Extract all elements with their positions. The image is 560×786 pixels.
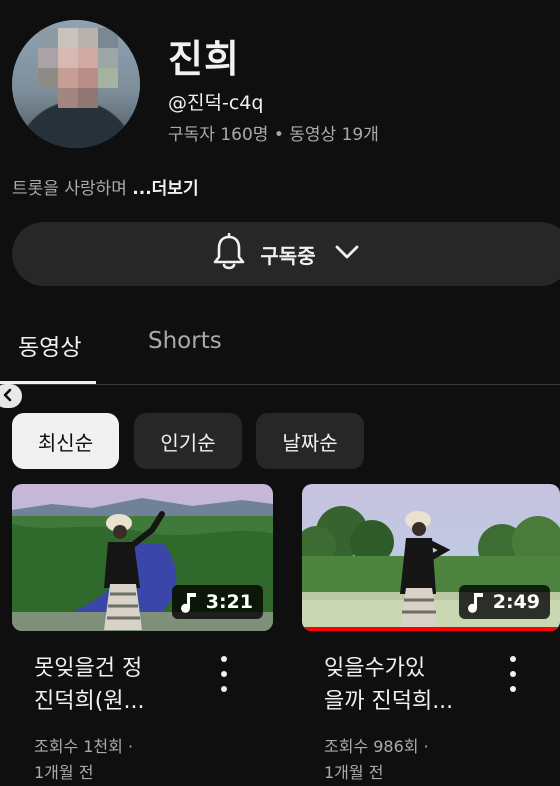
watch-progress-bar — [302, 627, 560, 631]
channel-handle: @진덕-c4q — [168, 92, 264, 114]
duration-badge: 3:21 — [171, 585, 263, 619]
video-title-line: 을까 진덕희... — [324, 689, 454, 714]
description-text: 트롯을 사랑하며 — [12, 179, 133, 199]
video-thumbnail[interactable]: 2:49 — [302, 484, 560, 631]
video-thumbnail[interactable]: 3:21 — [12, 484, 273, 631]
tabs-divider — [0, 384, 560, 385]
video-meta: 조회수 1천회 · 1개월 전 — [34, 734, 133, 786]
video-title[interactable]: 못잊을건 정 진덕희(원... — [34, 652, 209, 718]
more-link[interactable]: ...더보기 — [132, 179, 198, 199]
scroll-left-button[interactable] — [0, 384, 22, 408]
duration-text: 3:21 — [205, 591, 253, 613]
video-title-line: 잊을수가있 — [324, 656, 426, 681]
channel-name: 진희 — [168, 37, 240, 81]
channel-avatar[interactable] — [12, 20, 140, 148]
video-age: 1개월 전 — [34, 763, 94, 782]
video-title[interactable]: 잊을수가있 을까 진덕희... — [324, 652, 499, 718]
subscribed-label: 구독중 — [260, 243, 316, 268]
video-views: 조회수 1천회 · — [34, 737, 134, 756]
video-meta: 조회수 986회 · 1개월 전 — [324, 734, 429, 786]
chevron-down-icon — [334, 244, 360, 264]
video-menu-button[interactable] — [503, 656, 523, 692]
video-age: 1개월 전 — [324, 763, 384, 782]
video-views: 조회수 986회 · — [324, 737, 429, 756]
tab-shorts[interactable]: Shorts — [148, 328, 222, 354]
video-menu-button[interactable] — [214, 656, 234, 692]
subscribed-button[interactable]: 구독중 — [12, 222, 560, 286]
video-title-line: 진덕희(원... — [34, 689, 145, 714]
chevron-left-icon — [1, 387, 15, 406]
duration-text: 2:49 — [492, 591, 540, 613]
video-title-line: 못잊을건 정 — [34, 656, 143, 681]
music-note-icon — [467, 591, 485, 613]
channel-stats: 구독자 160명 • 동영상 19개 — [168, 125, 379, 145]
active-tab-indicator — [0, 381, 96, 384]
channel-description[interactable]: 트롯을 사랑하며 ...더보기 — [12, 174, 199, 199]
tab-videos[interactable]: 동영상 — [18, 328, 81, 362]
music-note-icon — [180, 591, 198, 613]
chip-latest[interactable]: 최신순 — [12, 413, 119, 469]
chip-popular[interactable]: 인기순 — [134, 413, 242, 469]
duration-badge: 2:49 — [458, 585, 550, 619]
chip-date[interactable]: 날짜순 — [256, 413, 364, 469]
bell-icon — [212, 232, 246, 275]
